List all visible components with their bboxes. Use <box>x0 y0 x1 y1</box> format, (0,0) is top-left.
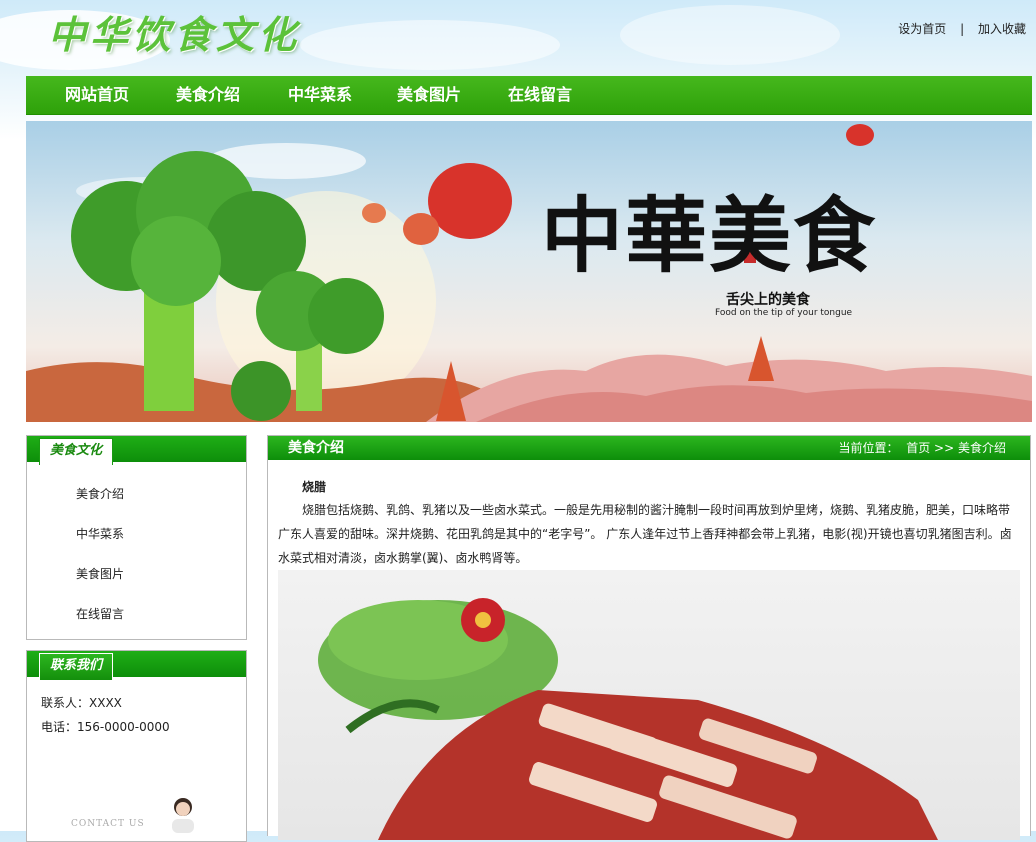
customer-service-avatar <box>172 798 194 833</box>
top-links: 设为首页 | 加入收藏 <box>898 20 1026 37</box>
main-content-header: 美食介绍 当前位置： 首页 >> 美食介绍 <box>268 436 1030 460</box>
site-logo[interactable]: 中华饮食文化 <box>48 4 300 59</box>
breadcrumb: 当前位置： 首页 >> 美食介绍 <box>839 436 1006 460</box>
cloud-decoration <box>620 5 840 65</box>
nav-item-cuisines[interactable]: 中华菜系 <box>288 76 352 114</box>
breadcrumb-current[interactable]: 美食介绍 <box>958 441 1006 455</box>
main-nav: 网站首页 美食介绍 中华菜系 美食图片 在线留言 <box>26 76 1032 115</box>
sidebar-item-food-pictures: 美食图片 <box>27 554 246 594</box>
sidebar-contact-title: 联系我们 <box>39 653 114 680</box>
banner-subtitle: 舌尖上的美食 <box>726 292 810 308</box>
sidebar-item-food-intro: 美食介绍 <box>27 474 246 514</box>
article-title: 烧腊 <box>302 480 327 494</box>
hero-banner: 中華美食 舌尖上的美食 Food on the tip of your tong… <box>26 121 1032 422</box>
sidebar-contact: 联系我们 联系人：XXXX 电话：156-0000-0000 CONTACT U… <box>26 650 247 842</box>
article: 烧腊 烧腊包括烧鹅、乳鸽、乳猪以及一些卤水菜式。一般是先用秘制的酱汁腌制一段时间… <box>268 460 1030 570</box>
balloon-shape <box>362 203 386 223</box>
sidebar-link-food-pictures[interactable]: 美食图片 <box>76 567 124 581</box>
banner-illustration <box>26 124 1032 422</box>
sidebar-link-guestbook[interactable]: 在线留言 <box>76 607 124 621</box>
cloud-decoration <box>300 20 560 70</box>
roast-meat-photo <box>278 570 1020 840</box>
site-header: 中华饮食文化 设为首页 | 加入收藏 <box>0 0 1036 76</box>
breadcrumb-home[interactable]: 首页 <box>906 441 930 455</box>
main-content: 美食介绍 当前位置： 首页 >> 美食介绍 烧腊 烧腊包括烧鹅、乳鸽、乳猪以及一… <box>267 435 1031 840</box>
nav-item-food-pictures[interactable]: 美食图片 <box>397 76 461 114</box>
top-links-separator: | <box>960 22 965 36</box>
carrot-flower-center <box>475 612 491 628</box>
nav-item-food-intro[interactable]: 美食介绍 <box>176 76 240 114</box>
article-body: 烧腊包括烧鹅、乳鸽、乳猪以及一些卤水菜式。一般是先用秘制的酱汁腌制一段时间再放到… <box>278 503 1012 565</box>
broccoli-head <box>308 278 384 354</box>
sidebar-contact-header: 联系我们 <box>27 651 246 680</box>
sidebar-item-guestbook: 在线留言 <box>27 594 246 634</box>
set-home-link[interactable]: 设为首页 <box>898 22 946 36</box>
broccoli-small <box>231 361 291 421</box>
balloon-shape <box>846 124 874 146</box>
balloon-shape <box>403 213 439 245</box>
sidebar-item-cuisines: 中华菜系 <box>27 514 246 554</box>
banner-tagline: Food on the tip of your tongue <box>715 308 853 318</box>
breadcrumb-label: 当前位置： <box>838 441 899 455</box>
sidebar-culture-title: 美食文化 <box>39 438 114 465</box>
sidebar-culture-header: 美食文化 <box>27 436 246 465</box>
main-title: 美食介绍 <box>288 440 344 456</box>
avatar-face <box>176 802 190 816</box>
broccoli-head <box>131 216 221 306</box>
contact-person: 联系人：XXXX <box>41 696 122 710</box>
sidebar-link-food-intro[interactable]: 美食介绍 <box>76 487 124 501</box>
contact-us-text: CONTACT US <box>71 819 145 829</box>
pagoda-shape <box>748 336 774 381</box>
sidebar-link-cuisines[interactable]: 中华菜系 <box>76 527 124 541</box>
banner-title: 中華美食 <box>541 188 878 284</box>
sidebar-menu: 美食介绍 中华菜系 美食图片 在线留言 <box>27 462 246 634</box>
nav-item-home[interactable]: 网站首页 <box>65 76 129 114</box>
nav-item-guestbook[interactable]: 在线留言 <box>508 76 572 114</box>
balloon-shape <box>428 163 512 239</box>
add-favorite-link[interactable]: 加入收藏 <box>978 22 1026 36</box>
sidebar-food-culture: 美食文化 美食介绍 中华菜系 美食图片 在线留言 <box>26 435 247 640</box>
contact-phone: 电话：156-0000-0000 <box>41 720 170 734</box>
breadcrumb-separator: >> <box>934 441 955 455</box>
roast-meat-illustration <box>318 598 938 840</box>
